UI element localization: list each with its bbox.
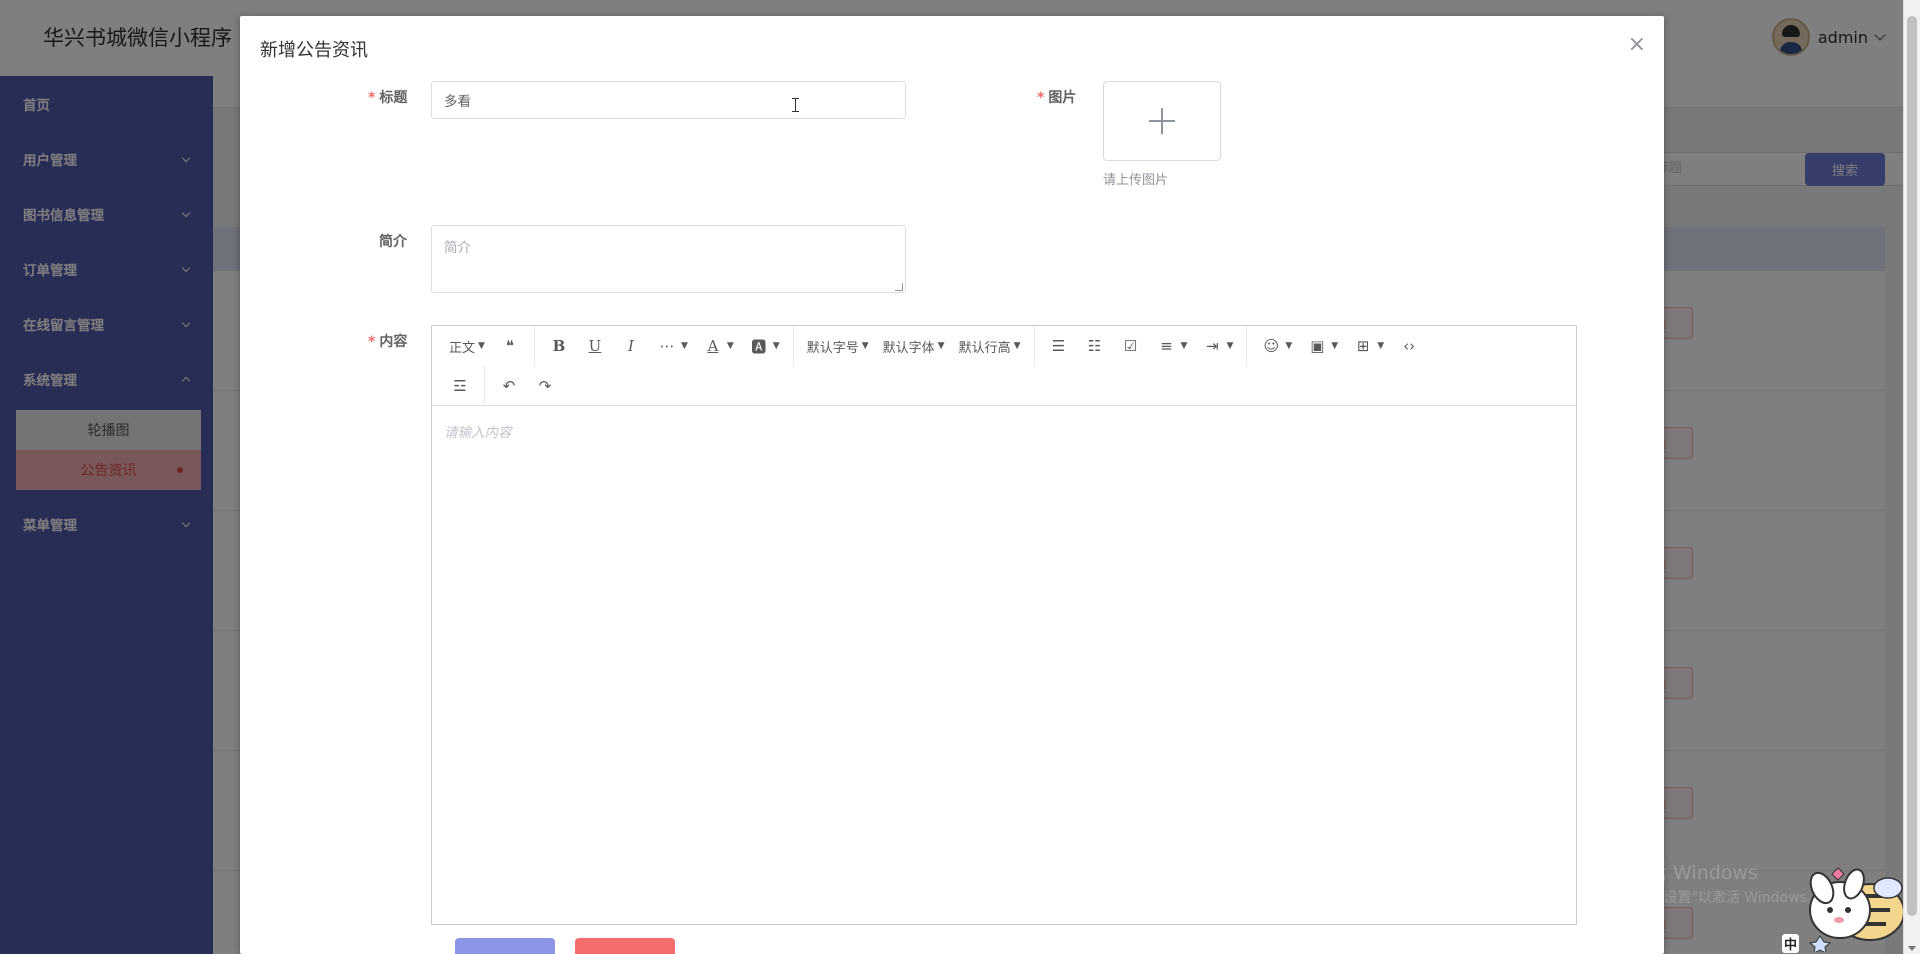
font-size-dropdown[interactable]: 默认字号 ▼ — [800, 333, 876, 359]
divider-button[interactable]: ☲ — [442, 373, 478, 399]
quote-button[interactable]: ❝ — [492, 333, 528, 359]
image-label: * 图片 — [1037, 90, 1077, 106]
bold-icon: B — [552, 337, 566, 355]
more-styles-dropdown[interactable]: ⋯ ▼ — [649, 333, 695, 359]
highlight-icon: 🅰 — [751, 337, 767, 356]
underline-icon: U — [588, 337, 602, 355]
checkbox-icon: ☑ — [1123, 337, 1138, 355]
image-icon: ▣ — [1310, 337, 1325, 355]
line-height-dropdown[interactable]: 默认行高 ▼ — [952, 333, 1028, 359]
caret-down-icon: ▼ — [1013, 341, 1021, 351]
editor-toolbar: 正文 ▼ ❝ B U I ⋯ ▼ A ▼ 🅰 ▼ 默认字号 ▼ 默认字体 ▼ 默认行高 ▼ ☰… — [432, 326, 1576, 406]
align-left-icon: ≡ — [1160, 337, 1173, 355]
toolbar-row: ☲ ↶ ↷ — [432, 366, 563, 406]
scroll-thumb[interactable] — [1907, 16, 1917, 916]
text-cursor-icon — [792, 98, 799, 112]
underline-button[interactable]: U — [577, 333, 613, 359]
mascot-sticker-icon — [1808, 867, 1905, 952]
scroll-down-icon[interactable] — [1908, 946, 1916, 951]
redo-button[interactable]: ↷ — [527, 373, 563, 399]
undo-icon: ↶ — [502, 377, 516, 395]
bold-button[interactable]: B — [541, 333, 577, 359]
font-family-dropdown[interactable]: 默认字体 ▼ — [876, 333, 952, 359]
toolbar-divider — [792, 326, 794, 366]
submit-button[interactable] — [455, 938, 555, 954]
intro-label: 简介 — [379, 234, 407, 250]
page-scrollbar[interactable] — [1903, 0, 1920, 954]
caret-down-icon: ▼ — [478, 341, 485, 351]
dialog-title: 新增公告资讯 — [260, 40, 368, 61]
caret-down-icon: ▼ — [1377, 341, 1385, 351]
add-announcement-dialog: 新增公告资讯 × *标题 *图片 请上传图片 简介 *内容 正文▼ ❝ B U … — [240, 16, 1664, 954]
resize-handle-icon[interactable] — [895, 283, 903, 291]
code-icon: ‹› — [1403, 337, 1416, 355]
cancel-button[interactable] — [575, 938, 675, 954]
editor-placeholder[interactable]: 请输入内容 — [444, 421, 512, 441]
content-label: * 内容 — [368, 334, 408, 350]
caret-down-icon: ▼ — [726, 341, 734, 351]
toolbar-divider — [1033, 326, 1035, 366]
caret-down-icon: ▼ — [1331, 341, 1339, 351]
numbered-list-icon: ☷ — [1087, 337, 1102, 355]
ime-indicator[interactable]: 中 — [1782, 934, 1800, 953]
caret-down-icon: ▼ — [772, 341, 780, 351]
intro-textarea[interactable] — [431, 225, 906, 293]
horizontal-rule-icon: ☲ — [453, 377, 467, 395]
plus-icon — [1149, 108, 1175, 134]
emoji-dropdown[interactable]: ☺ ▼ — [1253, 333, 1299, 359]
indent-dropdown[interactable]: ⇥ ▼ — [1194, 333, 1240, 359]
caret-down-icon: ▼ — [937, 341, 945, 351]
caret-down-icon: ▼ — [1226, 341, 1234, 351]
table-icon: ⊞ — [1356, 337, 1370, 355]
code-button[interactable]: ‹› — [1391, 333, 1427, 359]
title-input[interactable] — [431, 81, 906, 119]
toolbar-divider — [1246, 326, 1248, 366]
caret-down-icon: ▼ — [861, 341, 869, 351]
numbered-list-button[interactable]: ☷ — [1077, 333, 1113, 359]
font-color-dropdown[interactable]: A ▼ — [695, 333, 741, 359]
close-icon[interactable]: × — [1628, 34, 1646, 56]
bulleted-list-button[interactable]: ☰ — [1041, 333, 1077, 359]
rich-text-editor: 正文 ▼ ❝ B U I ⋯ ▼ A ▼ 🅰 ▼ 默认字号 ▼ 默认字体 ▼ 默认行高 ▼ ☰… — [431, 325, 1577, 925]
caret-down-icon: ▼ — [1180, 341, 1188, 351]
undo-button[interactable]: ↶ — [491, 373, 527, 399]
indent-icon: ⇥ — [1206, 337, 1219, 355]
toolbar-divider — [533, 326, 535, 366]
font-color-icon: A — [707, 337, 719, 355]
background-color-dropdown[interactable]: 🅰 ▼ — [741, 333, 787, 359]
title-label: * 标题 — [368, 90, 408, 106]
italic-icon: I — [627, 337, 634, 355]
caret-down-icon: ▼ — [680, 341, 688, 351]
italic-button[interactable]: I — [613, 333, 649, 359]
image-upload-button[interactable] — [1103, 81, 1221, 161]
todo-button[interactable]: ☑ — [1113, 333, 1149, 359]
upload-tip: 请上传图片 — [1103, 173, 1169, 188]
bulleted-list-icon: ☰ — [1051, 337, 1066, 355]
image-dropdown[interactable]: ▣ ▼ — [1299, 333, 1345, 359]
align-dropdown[interactable]: ≡ ▼ — [1149, 333, 1195, 359]
paragraph-dropdown[interactable]: 正文 ▼ — [442, 333, 492, 359]
redo-icon: ↷ — [538, 377, 552, 395]
toolbar-divider — [484, 366, 485, 406]
emoji-icon: ☺ — [1263, 337, 1280, 355]
toolbar-row: 正文 ▼ ❝ B U I ⋯ ▼ A ▼ 🅰 ▼ 默认字号 ▼ 默认字体 ▼ 默认行高 ▼ ☰… — [432, 326, 1427, 366]
caret-down-icon: ▼ — [1285, 341, 1293, 351]
more-icon: ⋯ — [659, 337, 675, 355]
table-dropdown[interactable]: ⊞ ▼ — [1345, 333, 1391, 359]
quote-icon: ❝ — [505, 337, 514, 355]
